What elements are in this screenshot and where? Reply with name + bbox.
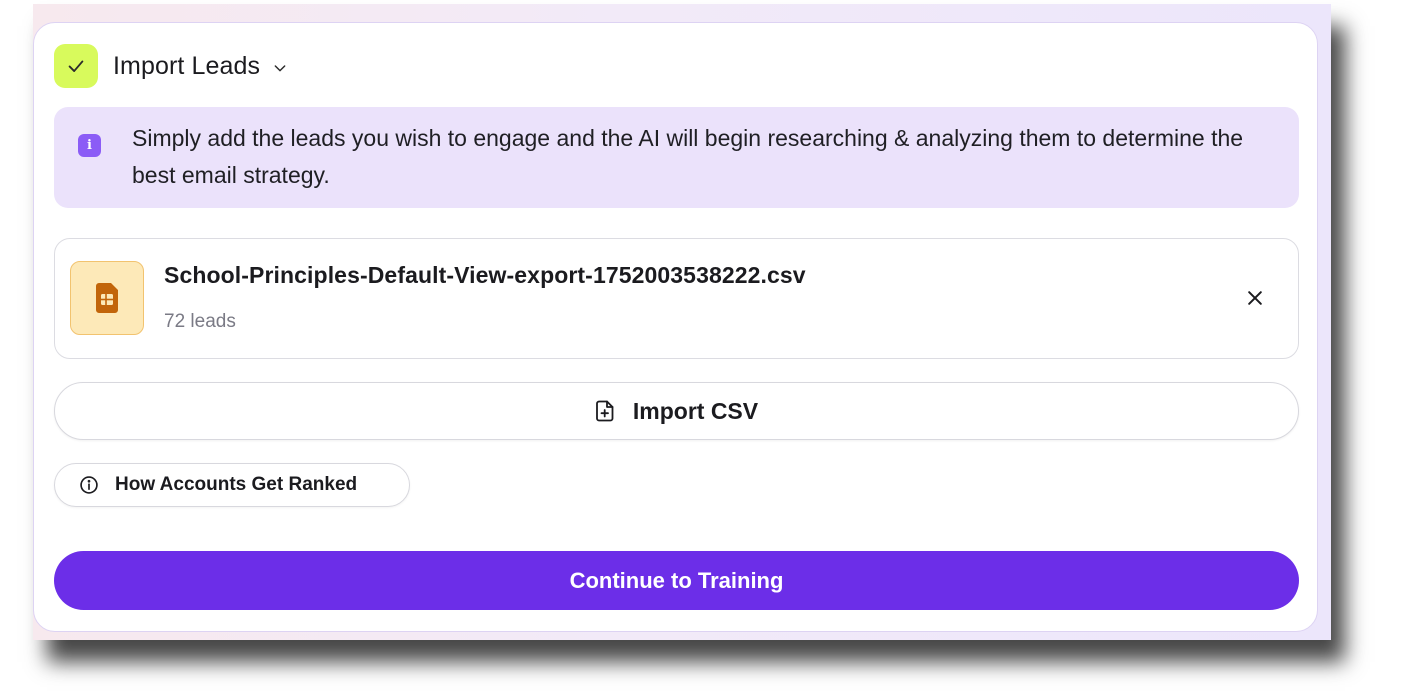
check-icon: [54, 44, 98, 88]
spreadsheet-file-icon: [70, 261, 144, 335]
continue-label: Continue to Training: [569, 567, 784, 593]
import-leads-card: Import Leads i Simply add the leads you …: [33, 22, 1318, 632]
file-plus-icon: [595, 400, 615, 422]
page: Import Leads i Simply add the leads you …: [0, 0, 1407, 691]
how-accounts-ranked-button[interactable]: How Accounts Get Ranked: [54, 463, 410, 507]
lead-count: 72 leads: [164, 311, 236, 332]
info-icon: i: [78, 134, 101, 157]
info-callout: i Simply add the leads you wish to engag…: [54, 107, 1299, 208]
uploaded-file-card: School-Principles-Default-View-export-17…: [54, 238, 1299, 359]
close-icon[interactable]: [1242, 285, 1268, 311]
continue-to-training-button[interactable]: Continue to Training: [54, 551, 1299, 610]
info-circle-icon: [79, 475, 99, 495]
info-text: Simply add the leads you wish to engage …: [132, 125, 1244, 188]
chevron-down-icon[interactable]: [272, 60, 288, 76]
file-name: School-Principles-Default-View-export-17…: [164, 262, 806, 288]
section-header[interactable]: Import Leads: [54, 44, 288, 88]
how-accounts-ranked-label: How Accounts Get Ranked: [115, 474, 358, 495]
section-title: Import Leads: [113, 51, 261, 80]
import-csv-button[interactable]: Import CSV: [54, 382, 1299, 440]
import-csv-label: Import CSV: [632, 397, 759, 424]
